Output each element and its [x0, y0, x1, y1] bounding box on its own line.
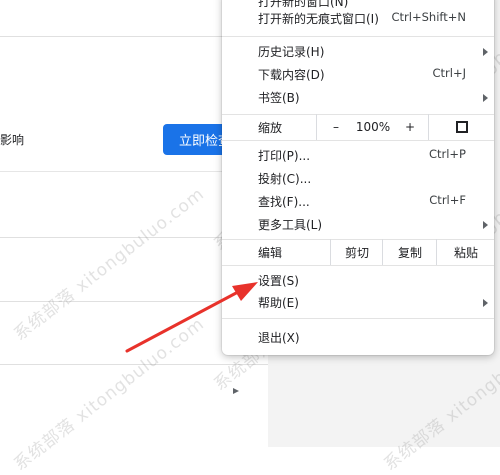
arrow-shaft [125, 290, 240, 353]
arrow-head-icon [232, 282, 258, 301]
annotation-arrow [125, 282, 258, 353]
